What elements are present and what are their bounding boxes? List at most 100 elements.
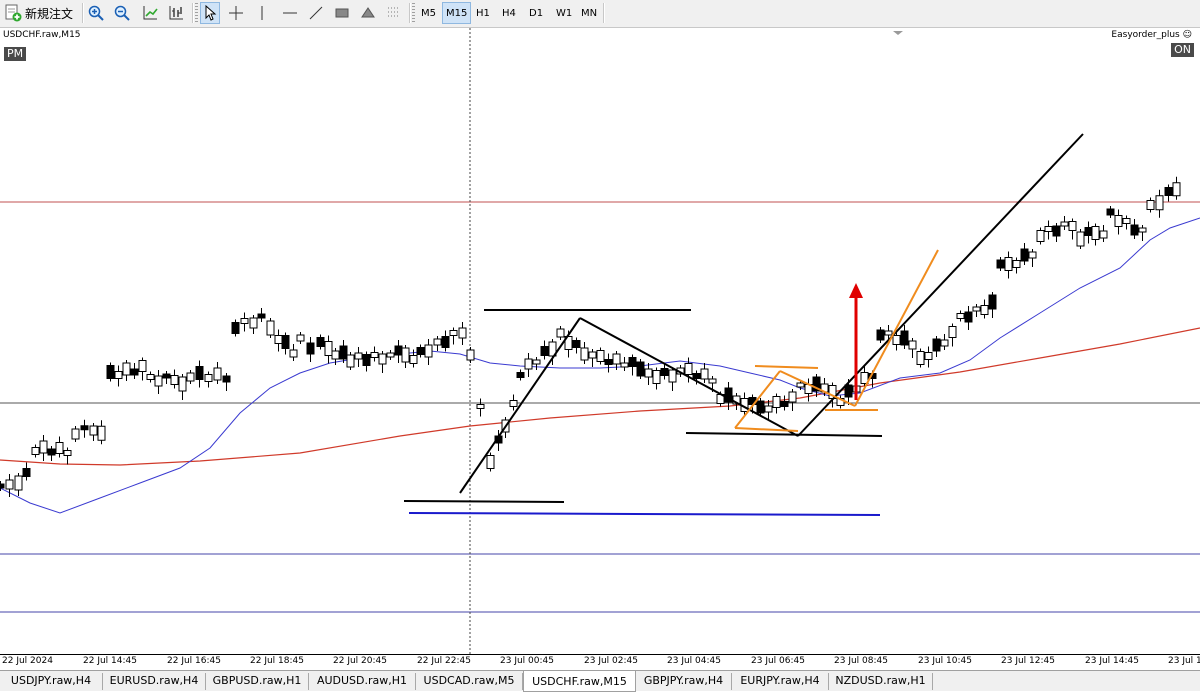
bull-candle (916, 351, 925, 365)
time-label: 22 Jul 22:45 (417, 656, 471, 666)
rectangle-tool-button[interactable] (332, 2, 352, 24)
rectangle-icon (334, 5, 350, 21)
bull-candle (524, 358, 533, 370)
bull-candle (146, 374, 155, 380)
horizontal-line-tool-button[interactable] (280, 2, 300, 24)
bull-candle (433, 338, 442, 346)
bear-candle (660, 368, 669, 376)
bull-candle (892, 335, 901, 345)
bull-candle (324, 341, 333, 356)
text-tool-button[interactable] (384, 2, 404, 24)
bull-candle (700, 368, 709, 380)
bull-candle (486, 455, 495, 469)
bear-candle (231, 322, 240, 334)
drawn-objects[interactable] (403, 133, 1084, 516)
bear-candle (47, 448, 56, 456)
bear-candle (1084, 227, 1093, 236)
bear-candle (1130, 224, 1139, 236)
bull-candle (940, 339, 949, 347)
bull-candle (1099, 230, 1108, 239)
bull-candle (14, 475, 23, 491)
swing-breakout-leg (797, 133, 1084, 437)
timeframe-w1-button[interactable]: W1 (553, 2, 575, 24)
tab-eurusd-h4[interactable]: EURUSD.raw,H4 (103, 673, 206, 690)
bull-candle (213, 367, 222, 381)
tab-gbpjpy-h4[interactable]: GBPJPY.raw,H4 (636, 673, 732, 690)
vertical-line-tool-button[interactable] (252, 2, 272, 24)
time-axis: 22 Jul 2024 22 Jul 14:45 22 Jul 16:45 22… (0, 654, 1200, 669)
timeframe-h1-button[interactable]: H1 (473, 2, 493, 24)
bull-candle (972, 306, 981, 312)
timeframe-m5-button[interactable]: M5 (418, 2, 439, 24)
bull-candle (596, 350, 605, 362)
tab-usdcad-m5[interactable]: USDCAD.raw,M5 (416, 673, 523, 690)
bull-candle (331, 350, 340, 360)
tab-nzdusd-h1[interactable]: NZDUSD.raw,H1 (829, 673, 933, 690)
bear-candle (306, 342, 315, 355)
bull-candle (620, 362, 629, 368)
bull-candle (884, 330, 893, 336)
new-order-label: 新規注文 (25, 6, 74, 21)
bull-candle (509, 400, 518, 407)
bear-candle (339, 345, 348, 360)
tab-usdchf-m15[interactable]: USDCHF.raw,M15 (523, 671, 636, 692)
zoom-in-button[interactable] (86, 2, 106, 24)
bull-candle (708, 378, 717, 384)
timeframe-h4-button[interactable]: H4 (499, 2, 519, 24)
time-label: 22 Jul 2024 (2, 656, 53, 666)
bear-candle (316, 337, 325, 347)
bull-candle (114, 371, 123, 379)
tab-gbpusd-h1[interactable]: GBPUSD.raw,H1 (206, 673, 309, 690)
chart-shift-icon (168, 5, 184, 21)
bear-candle (1106, 208, 1115, 216)
chart-shift-button[interactable] (166, 2, 186, 24)
pullback-low-line (685, 432, 883, 437)
zoom-out-button[interactable] (112, 2, 132, 24)
bear-candle (281, 335, 290, 349)
bull-candle (1146, 200, 1155, 210)
bull-candle (684, 363, 693, 375)
bull-candle (178, 376, 187, 392)
chart-canvas[interactable] (0, 28, 1200, 654)
new-order-button[interactable]: 新規注文 (4, 2, 73, 24)
bull-candle (924, 352, 933, 360)
crosshair-tool-button[interactable] (226, 2, 246, 24)
bull-candle (652, 370, 661, 384)
triangle-tool-button[interactable] (358, 2, 378, 24)
timeframe-m15-button[interactable]: M15 (442, 2, 472, 24)
bear-candle (130, 368, 139, 376)
auto-scroll-button[interactable] (140, 2, 160, 24)
tab-audusd-h1[interactable]: AUDUSD.raw,H1 (309, 673, 416, 690)
expert-advisor-status[interactable]: ON (1171, 43, 1194, 57)
time-label: 22 Jul 14:45 (83, 656, 137, 666)
bull-candle (296, 334, 305, 342)
chart-tabs: USDJPY.raw,H4 EURUSD.raw,H4 GBPUSD.raw,H… (0, 670, 1200, 692)
bull-candle (63, 450, 72, 456)
tab-eurjpy-h4[interactable]: EURJPY.raw,H4 (732, 673, 829, 690)
bull-candle (266, 320, 275, 336)
horizontal-line-icon (282, 5, 298, 21)
bull-candle (55, 442, 64, 454)
channel-bottom-line (734, 427, 799, 432)
cursor-tool-button[interactable] (200, 2, 220, 24)
bull-candle (138, 360, 147, 372)
bear-candle (0, 483, 5, 489)
bull-candle (556, 328, 565, 338)
time-label: 23 Jul 14:45 (1085, 656, 1139, 666)
chart-symbol-label: USDCHF.raw,M15 (3, 30, 81, 40)
bear-candle (362, 354, 371, 366)
tab-usdjpy-h4[interactable]: USDJPY.raw,H4 (0, 673, 103, 690)
bull-candle (466, 349, 475, 361)
bull-candle (1172, 182, 1181, 197)
auto-scroll-icon (142, 5, 158, 21)
timeframe-mn-button[interactable]: MN (578, 2, 600, 24)
time-label: 22 Jul 16:45 (167, 656, 221, 666)
bull-candle (668, 369, 677, 383)
time-label: 23 Jul 02:45 (584, 656, 638, 666)
bull-candle (289, 349, 298, 358)
timeframe-d1-button[interactable]: D1 (526, 2, 546, 24)
chart-shift-marker[interactable] (893, 31, 903, 35)
trendline-tool-button[interactable] (306, 2, 326, 24)
price-chart[interactable]: USDCHF.raw,M15 PM Easyorder_plus ☺ ON (0, 28, 1200, 654)
time-label: 23 Jul 1 (1168, 656, 1200, 666)
